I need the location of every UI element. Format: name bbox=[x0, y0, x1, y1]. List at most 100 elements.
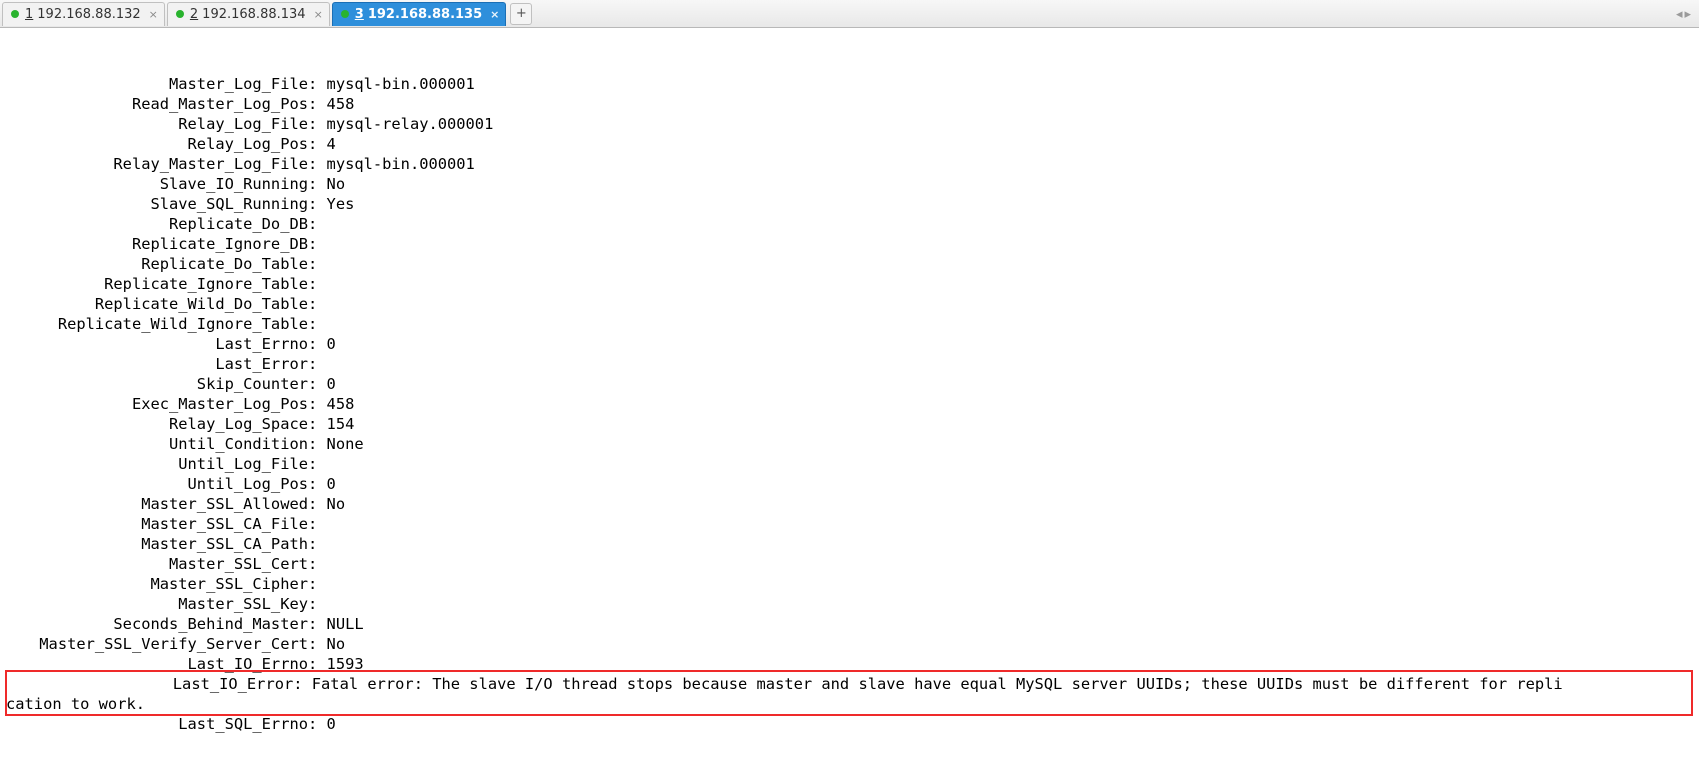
terminal-output: Master_Log_File: mysql-bin.000001Read_Ma… bbox=[0, 28, 1699, 734]
field-label: Replicate_Ignore_DB bbox=[6, 234, 308, 254]
status-dot-icon bbox=[341, 10, 349, 18]
field-label: Master_SSL_Verify_Server_Cert bbox=[6, 634, 308, 654]
tab-prev-button[interactable]: ◂ bbox=[1676, 7, 1683, 22]
field-separator: : bbox=[308, 115, 327, 133]
field-value: NULL bbox=[327, 615, 364, 633]
tab-192-168-88-134[interactable]: 2 192.168.88.134 × bbox=[167, 2, 330, 26]
field-separator: : bbox=[308, 295, 327, 313]
tab-number: 2 bbox=[190, 7, 198, 22]
field-value: No bbox=[327, 175, 346, 193]
tab-nav-arrows: ◂ ▸ bbox=[1676, 0, 1691, 28]
status-row: Replicate_Do_Table: bbox=[6, 254, 1699, 274]
field-separator: : bbox=[308, 395, 327, 413]
new-tab-button[interactable]: + bbox=[510, 3, 532, 25]
status-row: cation to work. bbox=[6, 694, 1699, 714]
status-row: Replicate_Do_DB: bbox=[6, 214, 1699, 234]
field-label: Last_Errno bbox=[6, 334, 308, 354]
tab-title: 192.168.88.132 bbox=[37, 7, 140, 22]
status-row: Relay_Log_Pos: 4 bbox=[6, 134, 1699, 154]
tab-192-168-88-132[interactable]: 1 192.168.88.132 × bbox=[2, 2, 165, 26]
field-value: Yes bbox=[327, 195, 355, 213]
field-separator: : bbox=[308, 355, 327, 373]
status-row: Read_Master_Log_Pos: 458 bbox=[6, 94, 1699, 114]
field-separator: : bbox=[308, 315, 327, 333]
field-label: Slave_SQL_Running bbox=[6, 194, 308, 214]
status-row: Master_SSL_CA_File: bbox=[6, 514, 1699, 534]
field-separator: : bbox=[308, 135, 327, 153]
field-label: Until_Log_Pos bbox=[6, 474, 308, 494]
status-row: Master_SSL_CA_Path: bbox=[6, 534, 1699, 554]
field-label: Master_Log_File bbox=[6, 74, 308, 94]
field-separator: : bbox=[308, 535, 327, 553]
field-label: Master_SSL_CA_Path bbox=[6, 534, 308, 554]
status-row: Last_Errno: 0 bbox=[6, 334, 1699, 354]
field-value: 0 bbox=[327, 715, 336, 733]
status-row: Relay_Master_Log_File: mysql-bin.000001 bbox=[6, 154, 1699, 174]
status-row: Slave_SQL_Running: Yes bbox=[6, 194, 1699, 214]
field-value: 458 bbox=[327, 395, 355, 413]
status-row: Master_SSL_Cipher: bbox=[6, 574, 1699, 594]
field-label: Relay_Log_File bbox=[6, 114, 308, 134]
tab-title: 192.168.88.135 bbox=[368, 7, 482, 22]
field-separator: : bbox=[308, 515, 327, 533]
field-label: Master_SSL_Cipher bbox=[6, 574, 308, 594]
tab-next-button[interactable]: ▸ bbox=[1684, 7, 1691, 22]
field-separator: : bbox=[308, 575, 327, 593]
close-icon[interactable]: × bbox=[490, 8, 499, 21]
field-value: 0 bbox=[327, 335, 336, 353]
field-separator: : bbox=[308, 435, 327, 453]
field-separator: : bbox=[308, 375, 327, 393]
field-separator: : bbox=[308, 455, 327, 473]
field-label: Exec_Master_Log_Pos bbox=[6, 394, 308, 414]
field-label: Relay_Master_Log_File bbox=[6, 154, 308, 174]
status-row: Last_Error: bbox=[6, 354, 1699, 374]
tab-192-168-88-135[interactable]: 3 192.168.88.135 × bbox=[332, 2, 507, 26]
field-label: Replicate_Do_DB bbox=[6, 214, 308, 234]
status-row: Seconds_Behind_Master: NULL bbox=[6, 614, 1699, 634]
field-label: Slave_IO_Running bbox=[6, 174, 308, 194]
field-label: Replicate_Ignore_Table bbox=[6, 274, 308, 294]
field-separator: : bbox=[308, 75, 327, 93]
field-separator: : bbox=[308, 615, 327, 633]
field-value: None bbox=[327, 435, 364, 453]
field-label: Replicate_Do_Table bbox=[6, 254, 308, 274]
field-separator: : bbox=[308, 195, 327, 213]
status-row: Master_SSL_Key: bbox=[6, 594, 1699, 614]
field-separator: : bbox=[308, 235, 327, 253]
field-value: 458 bbox=[327, 95, 355, 113]
status-row: Master_SSL_Allowed: No bbox=[6, 494, 1699, 514]
tab-title: 192.168.88.134 bbox=[202, 7, 305, 22]
field-label: Read_Master_Log_Pos bbox=[6, 94, 308, 114]
field-label: Master_SSL_CA_File bbox=[6, 514, 308, 534]
field-value: 1593 bbox=[327, 655, 364, 673]
status-row: Exec_Master_Log_Pos: 458 bbox=[6, 394, 1699, 414]
status-row: Master_SSL_Cert: bbox=[6, 554, 1699, 574]
field-separator: : bbox=[308, 335, 327, 353]
status-row: Master_SSL_Verify_Server_Cert: No bbox=[6, 634, 1699, 654]
close-icon[interactable]: × bbox=[314, 8, 323, 21]
field-label: Until_Log_File bbox=[6, 454, 308, 474]
status-row: Master_Log_File: mysql-bin.000001 bbox=[6, 74, 1699, 94]
tab-number: 3 bbox=[355, 7, 364, 22]
status-row: Until_Condition: None bbox=[6, 434, 1699, 454]
field-label: Replicate_Wild_Ignore_Table bbox=[6, 314, 308, 334]
field-separator: : bbox=[308, 275, 327, 293]
status-row: Last_SQL_Errno: 0 bbox=[6, 714, 1699, 734]
field-label: Skip_Counter bbox=[6, 374, 308, 394]
close-icon[interactable]: × bbox=[149, 8, 158, 21]
field-value: 0 bbox=[327, 375, 336, 393]
status-row: Replicate_Wild_Ignore_Table: bbox=[6, 314, 1699, 334]
field-label: Master_SSL_Key bbox=[6, 594, 308, 614]
field-label: Replicate_Wild_Do_Table bbox=[6, 294, 308, 314]
status-dot-icon bbox=[11, 10, 19, 18]
field-separator: : bbox=[308, 715, 327, 733]
field-separator: : bbox=[308, 95, 327, 113]
status-row: Relay_Log_Space: 154 bbox=[6, 414, 1699, 434]
tab-number: 1 bbox=[25, 7, 33, 22]
field-value: No bbox=[327, 495, 346, 513]
status-row: Relay_Log_File: mysql-relay.000001 bbox=[6, 114, 1699, 134]
field-label: Last_Error bbox=[6, 354, 308, 374]
tab-bar: 1 192.168.88.132 × 2 192.168.88.134 × 3 192.168… bbox=[0, 0, 1699, 28]
status-row: Until_Log_Pos: 0 bbox=[6, 474, 1699, 494]
field-label: Relay_Log_Pos bbox=[6, 134, 308, 154]
